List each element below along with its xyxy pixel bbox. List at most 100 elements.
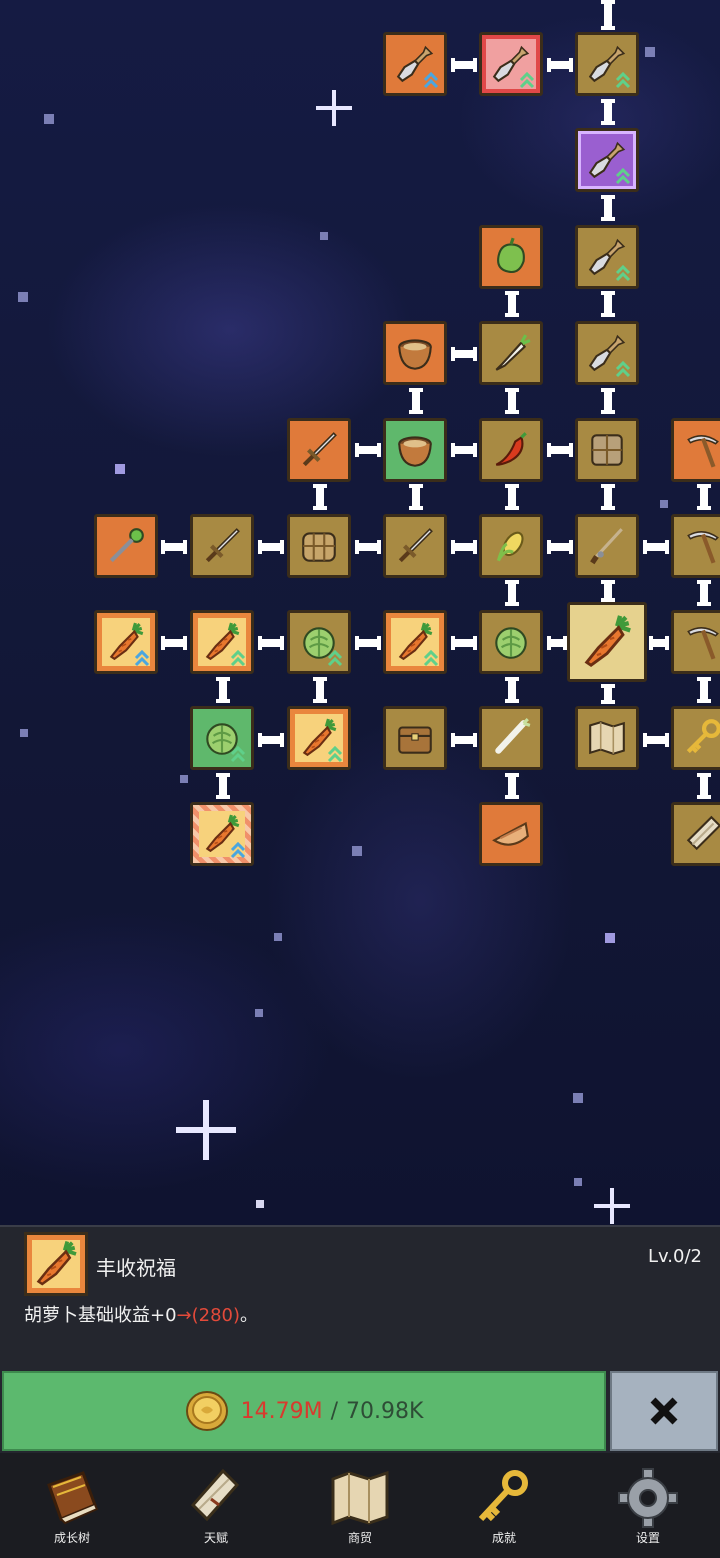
star-sparkle-icon (176, 1100, 236, 1160)
skill-node[interactable] (479, 225, 543, 289)
skill-node[interactable] (575, 418, 639, 482)
bottom-nav: 成长树 天赋 商贸 成就 设置 (0, 1453, 720, 1558)
basket-icon (298, 525, 340, 567)
star-sparkle-icon (316, 90, 352, 126)
sack-icon (586, 429, 628, 471)
chili-icon (490, 429, 532, 471)
skill-node[interactable] (190, 514, 254, 578)
skill-node[interactable] (671, 514, 720, 578)
coins-owned: 14.79M (240, 1398, 323, 1424)
skill-node[interactable] (94, 610, 158, 674)
upgrade-arrow-icon (423, 72, 439, 90)
upgrade-arrow-icon (615, 265, 631, 283)
star-sparkle-icon (594, 1188, 630, 1224)
skill-node[interactable] (479, 802, 543, 866)
skill-node[interactable] (287, 418, 351, 482)
nav-talent[interactable]: 天赋 (144, 1453, 288, 1558)
bowl-icon (394, 429, 436, 471)
skill-node[interactable] (479, 706, 543, 770)
gold-coin-icon (185, 1391, 228, 1431)
skill-node[interactable] (575, 514, 639, 578)
skill-level: Lv.0/2 (648, 1246, 702, 1267)
skill-node[interactable] (287, 610, 351, 674)
skill-node[interactable] (287, 514, 351, 578)
fishing-rod-icon (586, 525, 628, 567)
bowl-icon (394, 332, 436, 374)
skill-node[interactable] (479, 514, 543, 578)
skill-node[interactable] (575, 321, 639, 385)
skill-node[interactable] (190, 706, 254, 770)
nav-achievements[interactable]: 成就 (432, 1453, 576, 1558)
upgrade-arrow-icon (327, 746, 343, 764)
upgrade-arrow-icon (327, 650, 343, 668)
skill-node[interactable] (575, 32, 639, 96)
upgrade-cost: 70.98K (345, 1398, 424, 1424)
skill-node[interactable] (383, 706, 447, 770)
skill-desc-end: 。 (240, 1305, 259, 1326)
upgrade-arrow-icon (230, 842, 246, 860)
bell-pepper-icon (490, 236, 532, 278)
nav-label: 商贸 (347, 1531, 372, 1545)
skill-node[interactable] (671, 418, 720, 482)
map-icon (586, 717, 628, 759)
gear-icon (618, 1468, 678, 1528)
skill-node[interactable] (479, 321, 543, 385)
skill-desc-next-value: →(280) (176, 1305, 241, 1326)
cost-separator: / (330, 1398, 338, 1424)
sword-icon (201, 525, 243, 567)
nav-trade[interactable]: 商贸 (288, 1453, 432, 1558)
close-icon (650, 1397, 678, 1425)
skill-node[interactable] (383, 610, 447, 674)
skill-node[interactable] (383, 321, 447, 385)
skill-node[interactable] (383, 418, 447, 482)
skill-node[interactable] (287, 706, 351, 770)
skill-node[interactable] (479, 610, 543, 674)
upgrade-arrow-icon (615, 168, 631, 186)
skill-node[interactable] (479, 418, 543, 482)
skill-node[interactable] (383, 514, 447, 578)
skill-desc-text: 胡萝卜基础收益+0 (24, 1305, 177, 1326)
nav-label: 设置 (635, 1531, 660, 1545)
skill-node[interactable] (383, 32, 447, 96)
skill-node[interactable] (190, 802, 254, 866)
skill-description: 胡萝卜基础收益+0→(280)。 (24, 1301, 258, 1327)
scroll-icon (682, 813, 720, 855)
cabbage-icon (490, 621, 532, 663)
corn-icon (490, 525, 532, 567)
skill-node[interactable] (575, 128, 639, 192)
upgrade-arrow-icon (423, 650, 439, 668)
upgrade-button[interactable]: 14.79M / 70.98K (2, 1371, 606, 1451)
close-button[interactable] (610, 1371, 718, 1451)
skill-node[interactable] (575, 706, 639, 770)
pie-icon (490, 813, 532, 855)
nav-label: 成长树 (53, 1531, 90, 1545)
skill-node[interactable] (479, 32, 543, 96)
carrot-icon (31, 1239, 81, 1289)
nav-growth-tree[interactable]: 成长树 (0, 1453, 144, 1558)
book-icon (47, 1471, 99, 1525)
pickaxe-icon (682, 429, 720, 471)
skill-name: 丰收祝福 (96, 1256, 176, 1280)
skill-node[interactable] (575, 225, 639, 289)
skill-node[interactable] (671, 802, 720, 866)
map-icon (331, 1470, 389, 1526)
key-icon (682, 717, 720, 759)
skill-node[interactable] (671, 610, 720, 674)
upgrade-arrow-icon (519, 72, 535, 90)
staff-icon (105, 525, 147, 567)
pickaxe-icon (682, 525, 720, 567)
sword-icon (298, 429, 340, 471)
nav-settings[interactable]: 设置 (576, 1453, 720, 1558)
skill-node[interactable] (671, 706, 720, 770)
upgrade-arrow-icon (230, 650, 246, 668)
upgrade-arrow-icon (134, 650, 150, 668)
skill-detail-icon (24, 1232, 88, 1296)
skill-node-selected[interactable] (567, 602, 647, 682)
radish-icon (490, 332, 532, 374)
scroll-icon (190, 1468, 240, 1522)
skill-node[interactable] (190, 610, 254, 674)
treasure-chest-icon (394, 717, 436, 759)
nav-label: 成就 (491, 1531, 516, 1545)
upgrade-arrow-icon (615, 72, 631, 90)
skill-node[interactable] (94, 514, 158, 578)
